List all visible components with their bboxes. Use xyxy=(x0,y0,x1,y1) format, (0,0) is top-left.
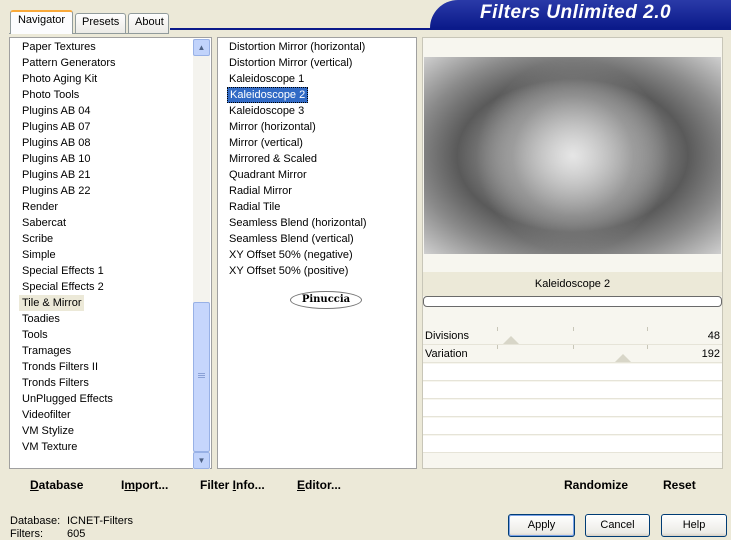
app-title: Filters Unlimited 2.0 xyxy=(480,2,672,23)
category-item[interactable]: Special Effects 1 xyxy=(22,263,104,279)
category-item[interactable]: Tile & Mirror xyxy=(19,295,85,311)
category-item[interactable]: UnPlugged Effects xyxy=(22,391,113,407)
filter-item[interactable]: XY Offset 50% (positive) xyxy=(229,263,348,279)
filter-item[interactable]: Radial Tile xyxy=(229,199,280,215)
category-item[interactable]: Toadies xyxy=(22,311,60,327)
param-divisions[interactable]: Divisions 48 xyxy=(423,327,722,345)
randomize-button[interactable]: Randomize xyxy=(564,478,628,492)
param-empty-row xyxy=(423,436,722,453)
filter-item[interactable]: XY Offset 50% (negative) xyxy=(229,247,353,263)
reset-button[interactable]: Reset xyxy=(663,478,696,492)
category-item[interactable]: Scribe xyxy=(22,231,53,247)
filter-item[interactable]: Mirror (vertical) xyxy=(229,135,303,151)
status-database-label: Database: xyxy=(10,515,61,527)
pinuccia-logo: Pinuccia xyxy=(290,291,362,309)
param-label: Divisions xyxy=(425,330,470,342)
filter-item[interactable]: Distortion Mirror (horizontal) xyxy=(229,39,365,55)
category-item[interactable]: Tramages xyxy=(22,343,71,359)
category-item[interactable]: Plugins AB 08 xyxy=(22,135,91,151)
status-filters-label: Filters: xyxy=(10,528,43,540)
category-item[interactable]: Plugins AB 10 xyxy=(22,151,91,167)
scroll-down-button[interactable]: ▼ xyxy=(193,452,210,469)
status-filters-value: 605 xyxy=(67,528,86,540)
editor-button[interactable]: Editor... xyxy=(297,478,341,492)
param-label: Variation xyxy=(425,348,468,360)
tab-about[interactable]: About xyxy=(128,13,169,33)
preview-image xyxy=(424,57,721,254)
database-button[interactable]: Database xyxy=(30,478,83,492)
category-item[interactable]: Photo Tools xyxy=(22,87,79,103)
param-empty-row xyxy=(423,418,722,435)
help-button[interactable]: Help xyxy=(661,514,727,537)
param-value: 48 xyxy=(707,330,720,342)
param-empty-row xyxy=(423,382,722,399)
scroll-thumb[interactable] xyxy=(193,302,210,452)
category-item[interactable]: Special Effects 2 xyxy=(22,279,104,295)
filter-item[interactable]: Kaleidoscope 3 xyxy=(229,103,304,119)
param-empty-row xyxy=(423,364,722,381)
category-item[interactable]: Plugins AB 22 xyxy=(22,183,91,199)
filter-item[interactable]: Seamless Blend (vertical) xyxy=(229,231,354,247)
category-item[interactable]: Render xyxy=(22,199,58,215)
category-item[interactable]: Tronds Filters II xyxy=(22,359,98,375)
app-banner: Filters Unlimited 2.0 xyxy=(430,0,731,28)
filter-item[interactable]: Kaleidoscope 1 xyxy=(229,71,304,87)
scroll-up-button[interactable]: ▲ xyxy=(193,39,210,56)
variation-slider-thumb[interactable] xyxy=(615,354,631,362)
category-item[interactable]: Videofilter xyxy=(22,407,71,423)
tab-navigator[interactable]: Navigator xyxy=(10,10,73,34)
import-button[interactable]: Import... xyxy=(121,478,168,492)
category-item[interactable]: VM Texture xyxy=(22,439,77,455)
param-empty-row xyxy=(423,400,722,417)
apply-button[interactable]: Apply xyxy=(508,514,575,537)
filter-item[interactable]: Distortion Mirror (vertical) xyxy=(229,55,352,71)
category-item[interactable]: Simple xyxy=(22,247,56,263)
category-item[interactable]: VM Stylize xyxy=(22,423,74,439)
filter-item[interactable]: Kaleidoscope 2 xyxy=(227,87,309,103)
progress-bar xyxy=(423,296,722,307)
category-item[interactable]: Photo Aging Kit xyxy=(22,71,97,87)
filter-info-button[interactable]: Filter Info... xyxy=(200,478,265,492)
category-item[interactable]: Paper Textures xyxy=(22,39,96,55)
category-item[interactable]: Pattern Generators xyxy=(22,55,116,71)
tab-presets[interactable]: Presets xyxy=(75,13,126,33)
param-value: 192 xyxy=(701,348,720,360)
divisions-slider-thumb[interactable] xyxy=(503,336,519,344)
cancel-button[interactable]: Cancel xyxy=(585,514,650,537)
category-scrollbar[interactable]: ▲ ▼ xyxy=(193,39,210,469)
filter-item[interactable]: Quadrant Mirror xyxy=(229,167,307,183)
filter-item[interactable]: Seamless Blend (horizontal) xyxy=(229,215,367,231)
filter-item[interactable]: Radial Mirror xyxy=(229,183,292,199)
category-item[interactable]: Sabercat xyxy=(22,215,66,231)
category-item[interactable]: Plugins AB 07 xyxy=(22,119,91,135)
param-variation[interactable]: Variation 192 xyxy=(423,345,722,363)
category-item[interactable]: Tools xyxy=(22,327,48,343)
current-filter-name: Kaleidoscope 2 xyxy=(423,272,722,296)
category-item[interactable]: Plugins AB 21 xyxy=(22,167,91,183)
filter-item[interactable]: Mirror (horizontal) xyxy=(229,119,316,135)
filter-item[interactable]: Mirrored & Scaled xyxy=(229,151,317,167)
category-item[interactable]: Tronds Filters xyxy=(22,375,89,391)
status-database-value: ICNET-Filters xyxy=(67,515,133,527)
category-item[interactable]: Plugins AB 04 xyxy=(22,103,91,119)
banner-underline xyxy=(170,28,731,30)
